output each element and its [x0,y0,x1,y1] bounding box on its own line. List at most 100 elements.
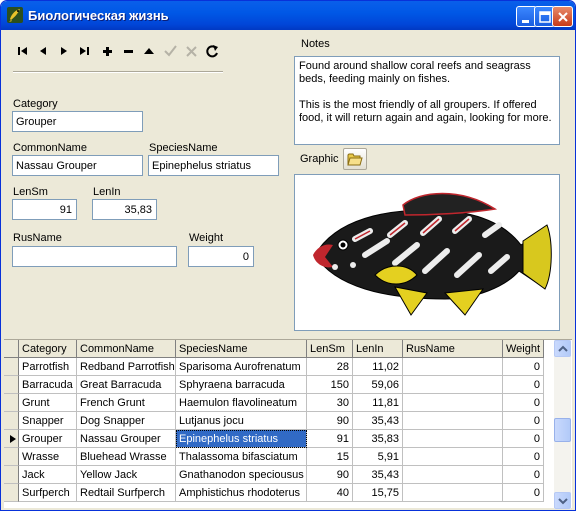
title-bar[interactable]: Биологическая жизнь [1,1,575,30]
grid-cell-category[interactable]: Parrotfish [19,358,77,376]
lenin-field[interactable]: 35,83 [92,199,157,220]
grid-cell-lensm[interactable]: 40 [307,484,353,502]
grid-cell-speciesname[interactable]: Amphistichus rhodoterus [176,484,307,502]
row-indicator[interactable] [4,484,19,502]
prior-record-button[interactable] [34,42,54,60]
column-header-category[interactable]: Category [19,340,77,358]
grid-cell-lensm[interactable]: 150 [307,376,353,394]
grid-cell-category[interactable]: Surfperch [19,484,77,502]
column-header-speciesname[interactable]: SpeciesName [176,340,307,358]
grid-cell-lenin[interactable]: 5,91 [353,448,403,466]
grid-cell-lensm[interactable]: 30 [307,394,353,412]
column-header-rusname[interactable]: RusName [403,340,503,358]
scroll-up-button[interactable] [554,340,571,357]
row-indicator[interactable] [4,466,19,484]
grid-cell-lenin[interactable]: 35,43 [353,466,403,484]
grid-cell-speciesname[interactable]: Epinephelus striatus [176,430,307,448]
last-record-button[interactable] [74,42,94,60]
grid-cell-commonname[interactable]: Dog Snapper [77,412,176,430]
delete-record-button[interactable] [119,42,139,60]
grid-cell-speciesname[interactable]: Sphyraena barracuda [176,376,307,394]
grid-cell-lensm[interactable]: 15 [307,448,353,466]
grid-cell-lenin[interactable]: 35,43 [353,412,403,430]
grid-cell-category[interactable]: Grouper [19,430,77,448]
row-indicator[interactable] [4,448,19,466]
row-indicator[interactable] [4,376,19,394]
grid-cell-lenin[interactable]: 59,06 [353,376,403,394]
grid-cell-rusname[interactable] [403,394,503,412]
post-edit-button[interactable] [161,42,181,60]
grid-cell-rusname[interactable] [403,358,503,376]
grid-cell-lensm[interactable]: 91 [307,430,353,448]
grid-cell-commonname[interactable]: French Grunt [77,394,176,412]
grid-cell-category[interactable]: Snapper [19,412,77,430]
row-indicator[interactable] [4,430,19,448]
insert-record-button[interactable] [98,42,118,60]
grid-cell-commonname[interactable]: Redtail Surfperch [77,484,176,502]
column-header-lensm[interactable]: LenSm [307,340,353,358]
grid-cell-category[interactable]: Barracuda [19,376,77,394]
grid-cell-speciesname[interactable]: Thalassoma bifasciatum [176,448,307,466]
refresh-data-button[interactable] [203,42,223,60]
grid-cell-lenin[interactable]: 15,75 [353,484,403,502]
grid-cell-weight[interactable]: 0 [503,430,544,448]
load-graphic-button[interactable] [343,148,367,170]
grid-cell-weight[interactable]: 0 [503,394,544,412]
notes-memo[interactable]: Found around shallow coral reefs and sea… [294,56,560,145]
lensm-field[interactable]: 91 [12,199,77,220]
grid-cell-category[interactable]: Jack [19,466,77,484]
grid-cell-weight[interactable]: 0 [503,448,544,466]
cancel-edit-icon [186,46,197,57]
grid-cell-weight[interactable]: 0 [503,466,544,484]
grid-cell-lensm[interactable]: 28 [307,358,353,376]
grid-cell-rusname[interactable] [403,430,503,448]
commonname-field[interactable]: Nassau Grouper [12,155,143,176]
grid-cell-rusname[interactable] [403,412,503,430]
grid-cell-commonname[interactable]: Bluehead Wrasse [77,448,176,466]
grid-cell-rusname[interactable] [403,484,503,502]
scroll-thumb[interactable] [554,418,571,442]
weight-field[interactable]: 0 [188,246,254,267]
grid-cell-commonname[interactable]: Nassau Grouper [77,430,176,448]
grid-cell-speciesname[interactable]: Haemulon flavolineatum [176,394,307,412]
grid-cell-weight[interactable]: 0 [503,412,544,430]
grid-cell-lensm[interactable]: 90 [307,412,353,430]
close-button[interactable] [552,6,573,27]
column-header-weight[interactable]: Weight [503,340,544,358]
speciesname-field[interactable]: Epinephelus striatus [148,155,279,176]
first-record-button[interactable] [14,42,34,60]
grid-cell-rusname[interactable] [403,376,503,394]
grid-cell-speciesname[interactable]: Lutjanus jocu [176,412,307,430]
grid-cell-lensm[interactable]: 90 [307,466,353,484]
column-header-lenin[interactable]: LenIn [353,340,403,358]
row-indicator[interactable] [4,412,19,430]
grid-cell-lenin[interactable]: 11,02 [353,358,403,376]
grid-cell-speciesname[interactable]: Gnathanodon speciousus [176,466,307,484]
grid-cell-category[interactable]: Wrasse [19,448,77,466]
grid-cell-rusname[interactable] [403,448,503,466]
records-grid[interactable]: Category CommonName SpeciesName LenSm LenIn R… [4,339,572,509]
grid-cell-lenin[interactable]: 35,83 [353,430,403,448]
category-field[interactable]: Grouper [12,111,143,132]
grid-cell-rusname[interactable] [403,466,503,484]
grid-cell-weight[interactable]: 0 [503,484,544,502]
grid-cell-speciesname[interactable]: Sparisoma Aurofrenatum [176,358,307,376]
grid-cell-commonname[interactable]: Redband Parrotfish [77,358,176,376]
grid-cell-category[interactable]: Grunt [19,394,77,412]
next-record-button[interactable] [54,42,74,60]
scroll-down-button[interactable] [554,492,571,509]
grid-cell-weight[interactable]: 0 [503,358,544,376]
rusname-field[interactable] [12,246,177,267]
row-indicator[interactable] [4,394,19,412]
column-header-commonname[interactable]: CommonName [77,340,176,358]
grid-cell-lenin[interactable]: 11,81 [353,394,403,412]
grid-cell-commonname[interactable]: Great Barracuda [77,376,176,394]
grid-cell-weight[interactable]: 0 [503,376,544,394]
row-indicator[interactable] [4,358,19,376]
scroll-down-icon [558,498,568,505]
grid-vertical-scrollbar[interactable] [554,340,571,509]
cancel-edit-button[interactable] [182,42,202,60]
grid-cell-commonname[interactable]: Yellow Jack [77,466,176,484]
edit-record-button[interactable] [140,42,160,60]
delete-record-icon [124,50,133,53]
